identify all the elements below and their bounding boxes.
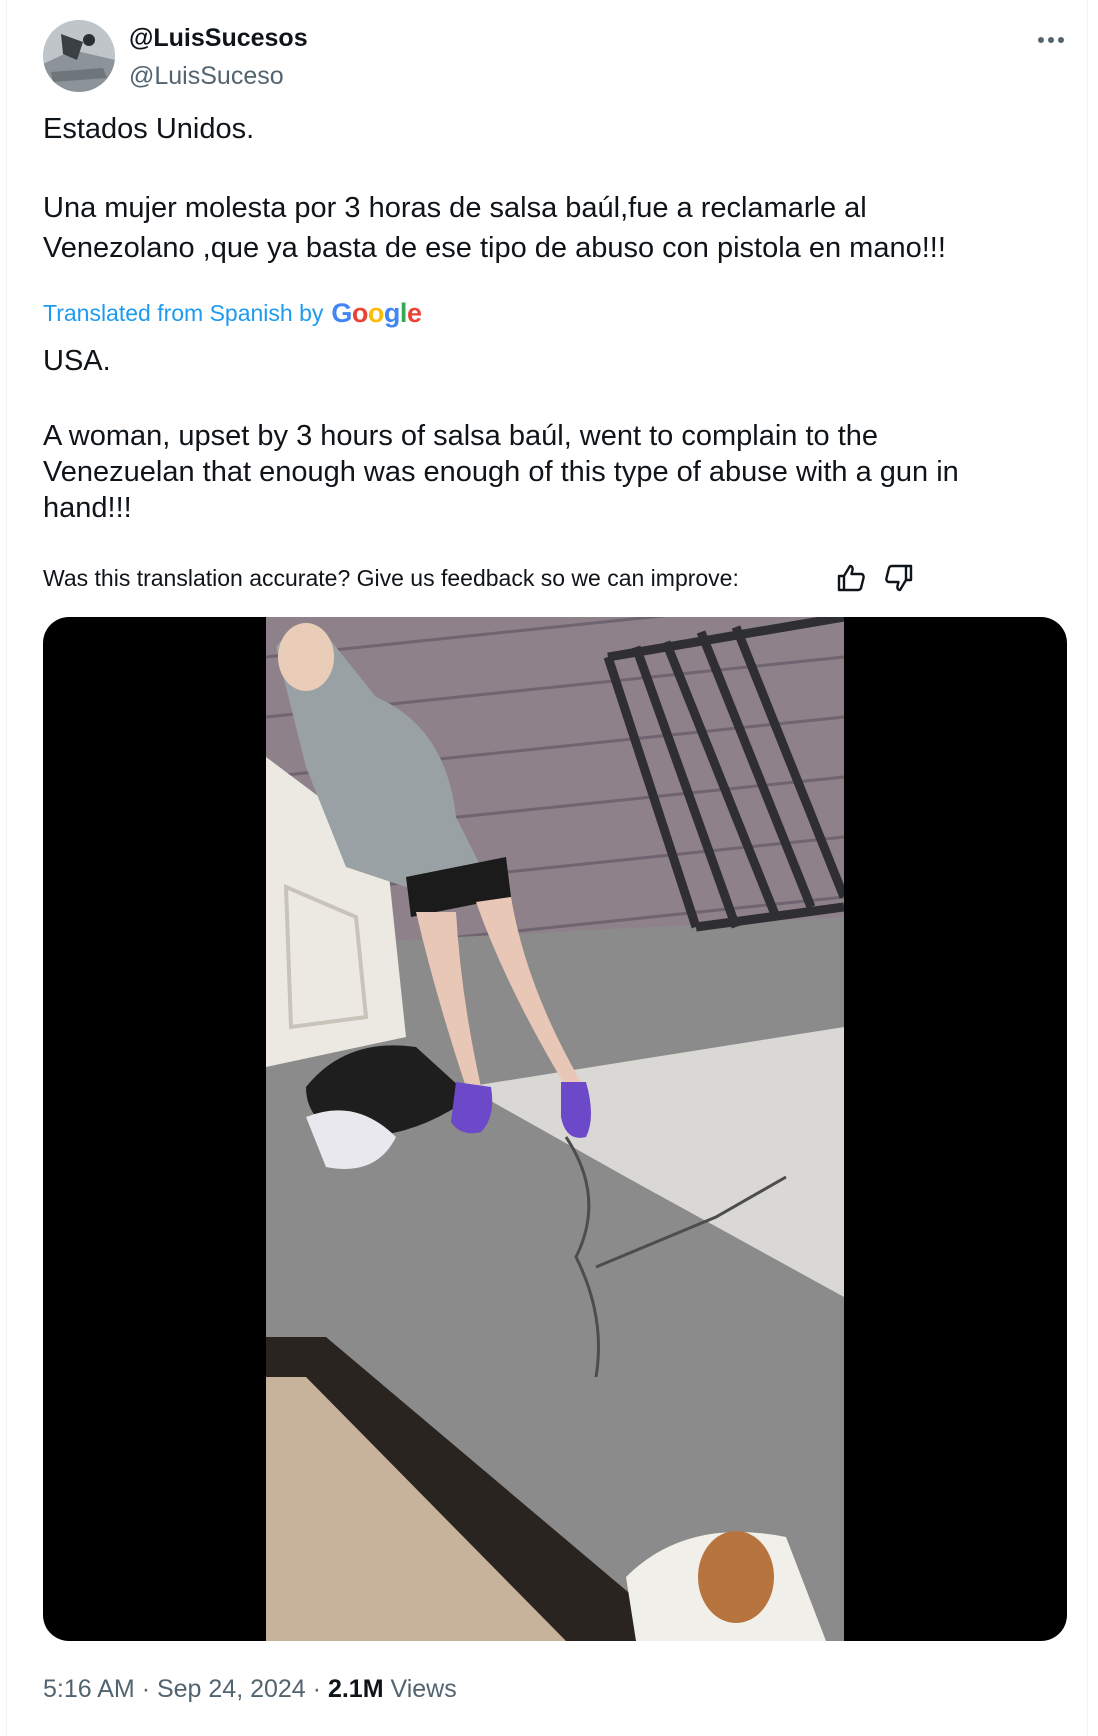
tweet-time[interactable]: 5:16 AM xyxy=(43,1675,135,1703)
video-frame xyxy=(266,617,844,1641)
thumbs-up-icon xyxy=(837,564,865,592)
tweet-meta: 5:16 AM · Sep 24, 2024 · 2.1M Views xyxy=(43,1675,457,1704)
translation-feedback-text: Was this translation accurate? Give us f… xyxy=(43,565,739,591)
tweet-video[interactable] xyxy=(43,617,1067,1641)
meta-separator: · xyxy=(141,1675,151,1703)
views-label: Views xyxy=(390,1675,457,1703)
tweet-date[interactable]: Sep 24, 2024 xyxy=(157,1675,306,1703)
user-handle[interactable]: @LuisSuceso xyxy=(129,62,284,91)
views-count: 2.1M xyxy=(327,1675,384,1703)
more-options-button[interactable] xyxy=(1031,24,1071,56)
translated-text-line: USA. xyxy=(43,345,111,377)
tweet-text-line: Estados Unidos. xyxy=(43,113,255,145)
translation-attribution[interactable]: Translated from Spanish by Google xyxy=(43,298,422,329)
thumbs-up-button[interactable] xyxy=(835,562,867,594)
more-dots-icon xyxy=(1038,37,1064,43)
google-logo: Google xyxy=(331,298,422,328)
tweet-text-line: Una mujer molesta por 3 horas de salsa b… xyxy=(43,192,867,224)
avatar[interactable] xyxy=(43,20,115,92)
display-name[interactable]: @LuisSucesos xyxy=(129,24,308,53)
meta-separator: · xyxy=(312,1675,321,1703)
translated-label: Translated from Spanish by xyxy=(43,300,324,326)
translated-text-line: hand!!! xyxy=(43,492,132,524)
tweet-card: @LuisSucesos @LuisSuceso Estados Unidos.… xyxy=(6,0,1088,1736)
thumbs-down-icon xyxy=(885,564,913,592)
thumbs-down-button[interactable] xyxy=(883,562,915,594)
tweet-text-line: Venezolano ,que ya basta de ese tipo de … xyxy=(43,232,946,264)
avatar-image xyxy=(43,20,115,92)
